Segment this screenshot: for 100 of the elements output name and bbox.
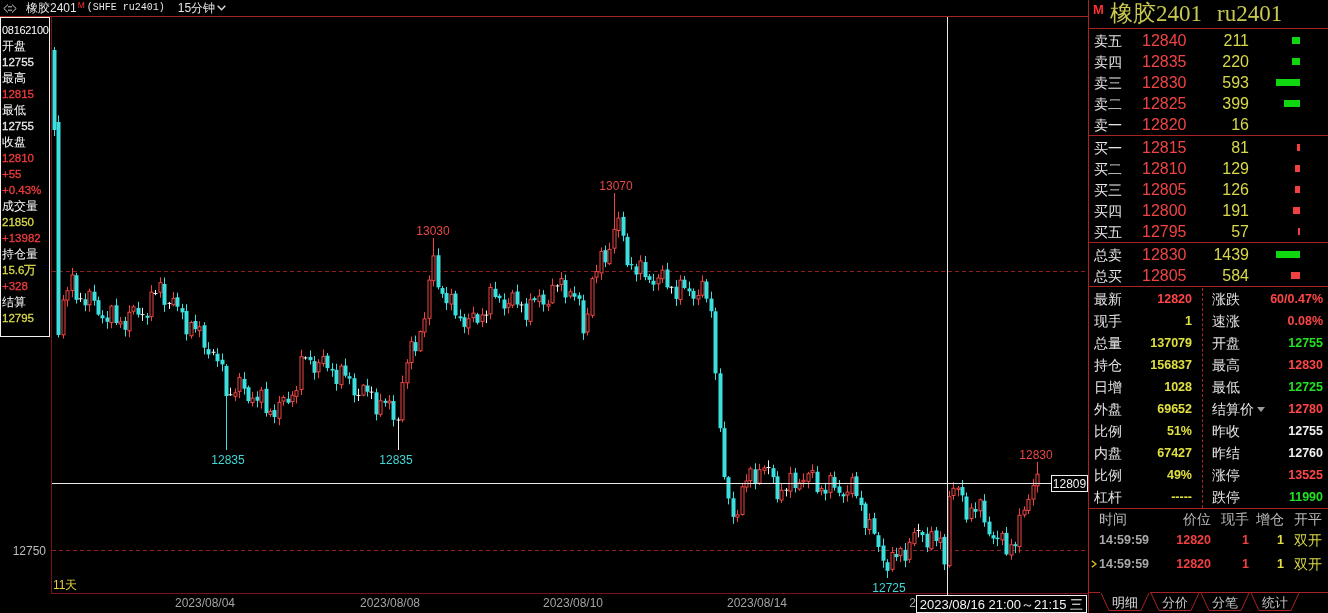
stat-label: 开盘 xyxy=(1212,335,1240,351)
stat-value: 1028 xyxy=(1164,379,1192,395)
info-value: 12755 xyxy=(2,55,34,70)
stat-label: 跌停 xyxy=(1212,489,1240,505)
date-axis-label: 2023/08/10 xyxy=(542,596,604,610)
price-axis-label: 12750 xyxy=(12,544,46,558)
order-level-label: 卖三 xyxy=(1094,74,1122,91)
crosshair-time-label: 2023/08/16 21:00～21:15 三 xyxy=(916,595,1087,613)
info-value: 15.6万 xyxy=(2,263,37,278)
double-arrow-icon[interactable] xyxy=(3,3,17,13)
order-price: 12805 xyxy=(1142,180,1187,199)
stat-label: 昨收 xyxy=(1212,423,1240,439)
stat-value: 12820 xyxy=(1157,291,1192,307)
date-axis-label: 2023/08/14 xyxy=(726,596,788,610)
info-label: 最低 xyxy=(2,102,26,118)
tick-position-change: 1 xyxy=(1277,556,1284,572)
stat-value: 156837 xyxy=(1150,357,1192,373)
panel-tab[interactable]: 分价 xyxy=(1150,592,1200,612)
order-volume: 16 xyxy=(1231,115,1249,134)
order-level-label: 买五 xyxy=(1094,223,1122,240)
order-level-label: 买三 xyxy=(1094,181,1122,198)
stat-label: 涨跌 xyxy=(1212,291,1240,307)
period-selector[interactable]: 15分钟 xyxy=(177,1,216,15)
volume-bar xyxy=(1293,207,1300,214)
order-price: 12840 xyxy=(1142,31,1187,50)
order-price: 12810 xyxy=(1142,159,1187,178)
panel-tab[interactable]: 统计 xyxy=(1250,592,1300,612)
order-volume: 584 xyxy=(1222,266,1249,285)
order-level-label: 买一 xyxy=(1094,139,1122,156)
order-volume: 129 xyxy=(1222,159,1249,178)
info-value: 12815 xyxy=(2,87,34,102)
tick-open-close-type: 双开 xyxy=(1294,532,1322,548)
stat-label: 昨结 xyxy=(1212,445,1240,461)
order-level-label: 买四 xyxy=(1094,202,1122,219)
order-volume: 211 xyxy=(1223,31,1249,50)
info-label: 最高 xyxy=(2,70,26,86)
tick-time: 14:59:59 xyxy=(1099,532,1150,548)
stat-label: 现手 xyxy=(1094,313,1122,329)
column-header: 价位 xyxy=(1183,511,1211,527)
stat-value: 51% xyxy=(1166,423,1192,439)
info-time: 08162100 xyxy=(2,23,49,38)
stat-value: ----- xyxy=(1171,489,1192,505)
volume-bar xyxy=(1276,79,1300,86)
order-price: 12815 xyxy=(1142,138,1187,157)
stat-value: 12755 xyxy=(1288,423,1323,439)
order-volume: 191 xyxy=(1222,201,1249,220)
stat-label: 外盘 xyxy=(1094,401,1122,417)
order-volume: 1439 xyxy=(1213,245,1249,264)
stat-label: 总量 xyxy=(1094,335,1122,351)
info-value: +328 xyxy=(2,279,28,294)
info-value: +13982 xyxy=(2,231,41,246)
stat-value: 12830 xyxy=(1288,357,1323,373)
order-level-label: 卖五 xyxy=(1094,32,1122,49)
stat-label: 内盘 xyxy=(1094,445,1122,461)
order-price: 12830 xyxy=(1142,73,1187,92)
panel-tab[interactable]: 分笔 xyxy=(1200,592,1250,612)
order-price: 12805 xyxy=(1142,266,1187,285)
tick-volume: 1 xyxy=(1242,532,1249,548)
stat-label: 速涨 xyxy=(1212,313,1240,329)
period-count-label: 11天 xyxy=(53,578,78,592)
order-price: 12820 xyxy=(1142,115,1187,134)
order-level-label: 买二 xyxy=(1094,160,1122,177)
stat-value: 137079 xyxy=(1150,335,1192,351)
tick-position-change: 1 xyxy=(1277,532,1284,548)
order-volume: 399 xyxy=(1222,94,1249,113)
order-price: 12835 xyxy=(1142,52,1187,71)
high-price-label: 13030 xyxy=(416,224,450,238)
stat-label: 比例 xyxy=(1094,423,1122,439)
stat-value: 60/0.47% xyxy=(1270,291,1323,307)
stat-value: 0.08% xyxy=(1287,313,1323,329)
order-volume: 593 xyxy=(1222,73,1249,92)
stat-label: 最高 xyxy=(1212,357,1240,373)
volume-bar xyxy=(1295,165,1300,172)
info-label: 开盘 xyxy=(2,38,26,54)
column-header: 现手 xyxy=(1221,511,1249,527)
stat-value: 69652 xyxy=(1157,401,1192,417)
tick-time: 14:59:59 xyxy=(1099,556,1150,572)
high-price-label: 12830 xyxy=(1019,448,1053,462)
volume-bar xyxy=(1276,251,1300,258)
panel-tab[interactable]: 明细 xyxy=(1100,592,1150,612)
crosshair-price-label: 12809 xyxy=(1051,475,1088,492)
stat-value: 12760 xyxy=(1288,445,1323,461)
info-label: 持仓量 xyxy=(2,246,38,262)
volume-bar xyxy=(1297,144,1300,151)
dropdown-caret-icon[interactable] xyxy=(1257,406,1265,412)
stat-value: 12755 xyxy=(1288,335,1323,351)
date-axis-label: 2 xyxy=(909,596,916,610)
order-level-label: 总卖 xyxy=(1094,246,1122,263)
volume-bar xyxy=(1292,37,1300,44)
info-label: 结算 xyxy=(2,294,26,310)
low-price-label: 12725 xyxy=(872,581,906,595)
date-axis-label: 2023/08/08 xyxy=(359,596,421,610)
volume-bar xyxy=(1291,272,1300,279)
chevron-down-icon[interactable] xyxy=(217,5,227,11)
contract-name: 橡胶2401 xyxy=(1110,1,1202,27)
order-price: 12830 xyxy=(1142,245,1187,264)
stat-value: 13525 xyxy=(1288,467,1323,483)
order-level-label: 卖一 xyxy=(1094,116,1122,133)
tick-price: 12820 xyxy=(1176,532,1211,548)
stat-label: 比例 xyxy=(1094,467,1122,483)
